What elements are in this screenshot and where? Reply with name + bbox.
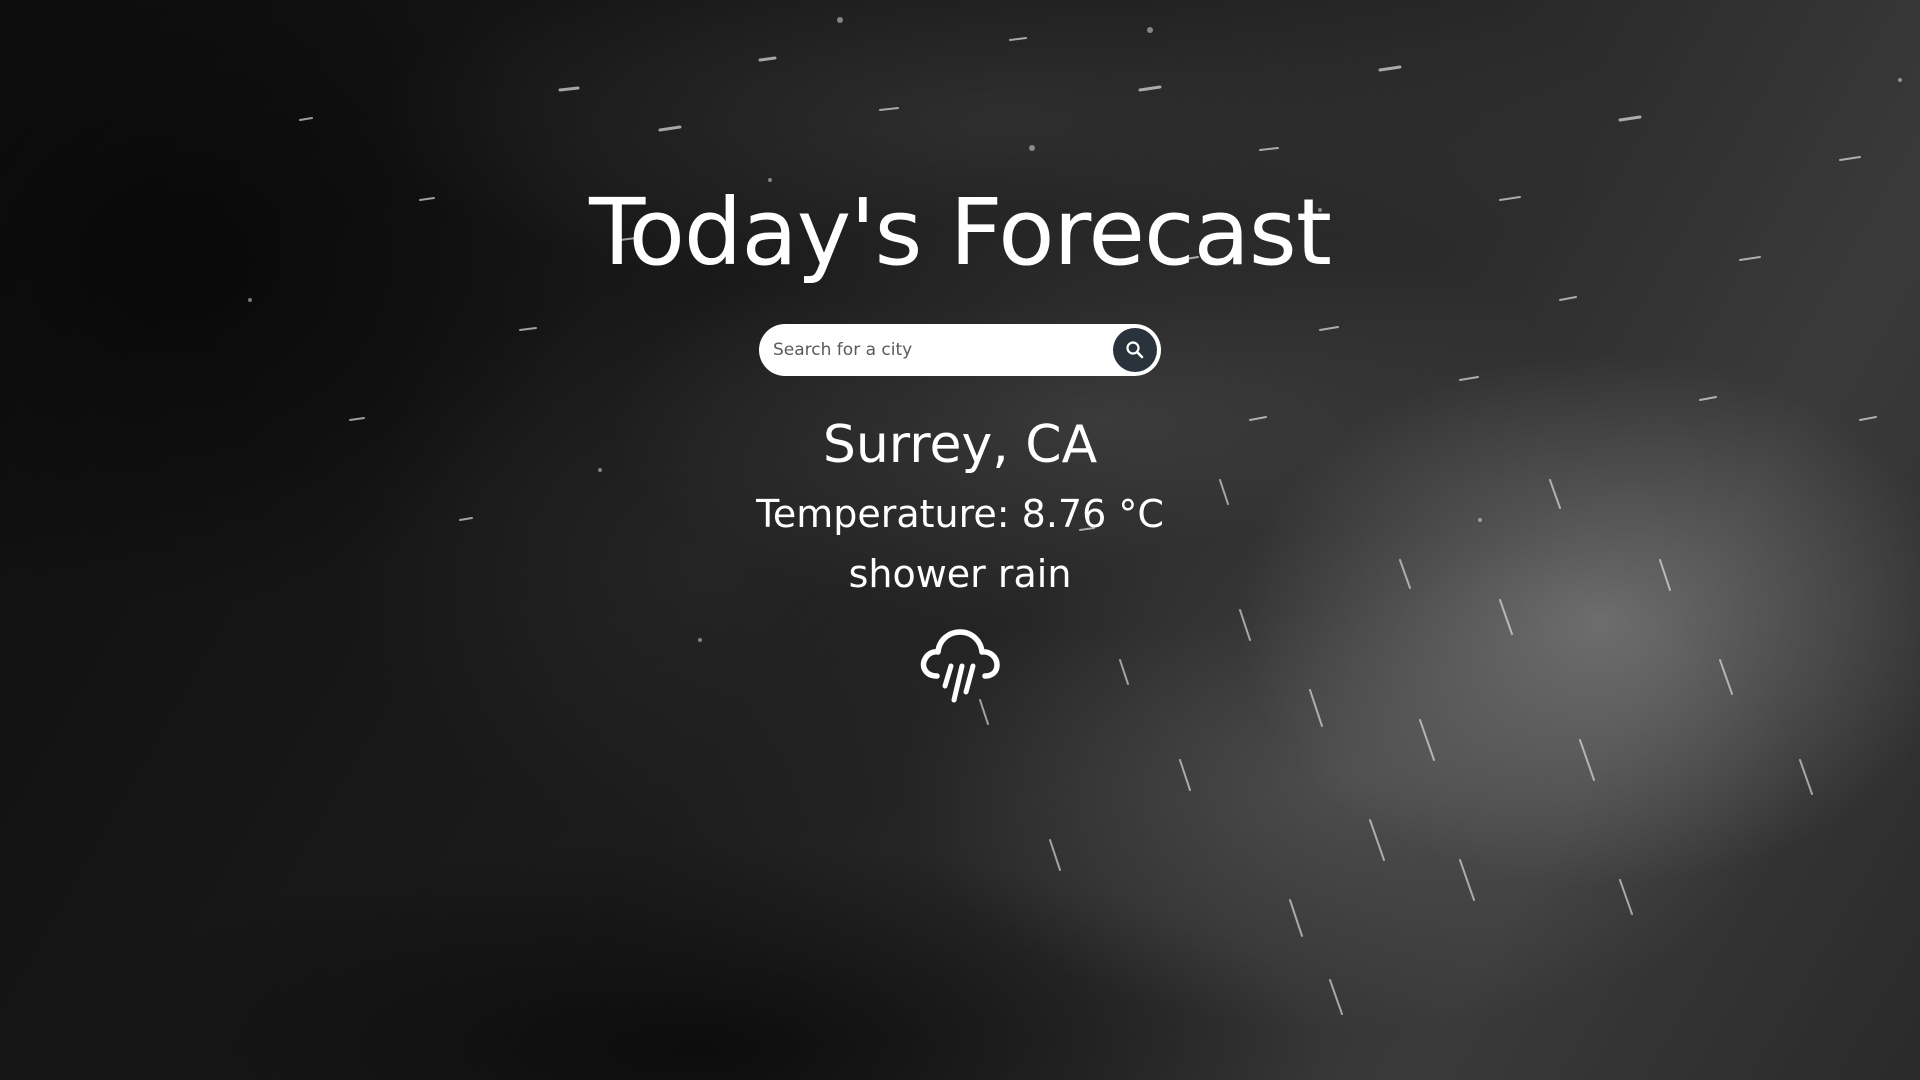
cloud-rain-icon [917, 620, 1003, 710]
search-icon [1125, 340, 1145, 360]
city-name: Surrey, CA [822, 415, 1098, 475]
page-title: Today's Forecast [589, 179, 1332, 286]
search-bar [759, 324, 1161, 376]
temperature-reading: Temperature: 8.76 °C [756, 492, 1164, 536]
background-rainy-sky [0, 0, 1920, 1080]
weather-description: shower rain [848, 552, 1072, 596]
search-button[interactable] [1113, 328, 1157, 372]
rain-streaks [248, 17, 1902, 1015]
city-search-input[interactable] [773, 324, 1103, 376]
